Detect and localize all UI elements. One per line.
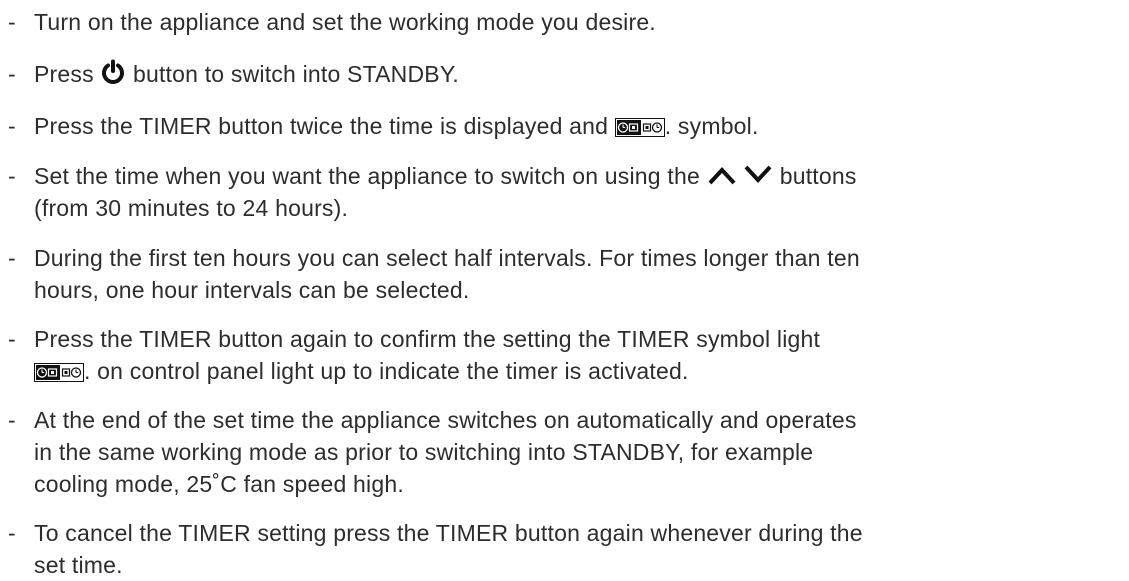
instruction-step-5: - During the first ten hours you can sel…: [8, 242, 860, 306]
step-5-text-line2: hours, one hour intervals can be selecte…: [34, 277, 470, 303]
bullet-dash: -: [8, 61, 16, 87]
step-4-text-line2: (from 30 minutes to 24 hours).: [34, 195, 349, 221]
instruction-step-2: - Press button to switch into STANDBY.: [8, 58, 459, 93]
down-arrow-icon: [743, 162, 773, 184]
step-7-text-line1: At the end of the set time the appliance…: [34, 407, 857, 433]
bullet-dash: -: [8, 9, 16, 35]
bullet-dash: -: [8, 245, 16, 271]
step-5-text-line1: During the first ten hours you can selec…: [34, 245, 860, 271]
instruction-step-8: - To cancel the TIMER setting press the …: [8, 517, 863, 581]
instruction-step-1: - Turn on the appliance and set the work…: [8, 6, 656, 38]
bullet-dash: -: [8, 326, 16, 352]
step-2-text-before: Press: [34, 61, 94, 87]
bullet-dash: -: [8, 163, 16, 189]
step-6-text-line1: Press the TIMER button again to confirm …: [34, 326, 821, 352]
bullet-dash: -: [8, 520, 16, 546]
step-2-text-after: button to switch into STANDBY.: [132, 61, 460, 87]
instruction-step-6: - Press the TIMER button again to confir…: [8, 323, 820, 387]
step-4-text-line1-before: Set the time when you want the appliance…: [34, 163, 700, 189]
step-8-text-line1: To cancel the TIMER setting press the TI…: [34, 520, 863, 546]
step-3-text-after: . symbol.: [664, 113, 759, 139]
bullet-dash: -: [8, 113, 16, 139]
step-7-text-line2: in the same working mode as prior to swi…: [34, 439, 814, 465]
instruction-step-4: - Set the time when you want the applian…: [8, 160, 857, 224]
step-7-text-line3: cooling mode, 25˚C fan speed high.: [34, 471, 404, 497]
up-arrow-icon: [707, 162, 737, 185]
timer-display-icon: [34, 358, 84, 382]
step-4-text-line1-after: buttons: [779, 163, 857, 189]
timer-display-icon: [614, 113, 665, 137]
instruction-step-7: - At the end of the set time the applian…: [8, 404, 857, 500]
instruction-step-3: - Press the TIMER button twice the time …: [8, 110, 759, 142]
step-3-text-before: Press the TIMER button twice the time is…: [34, 113, 609, 139]
bullet-dash: -: [8, 407, 16, 433]
power-icon: [100, 59, 126, 93]
step-8-text-line2: set time.: [34, 552, 123, 578]
step-6-text-line2-after: . on control panel light up to indicate …: [84, 358, 689, 384]
step-1-text: Turn on the appliance and set the workin…: [34, 9, 656, 35]
